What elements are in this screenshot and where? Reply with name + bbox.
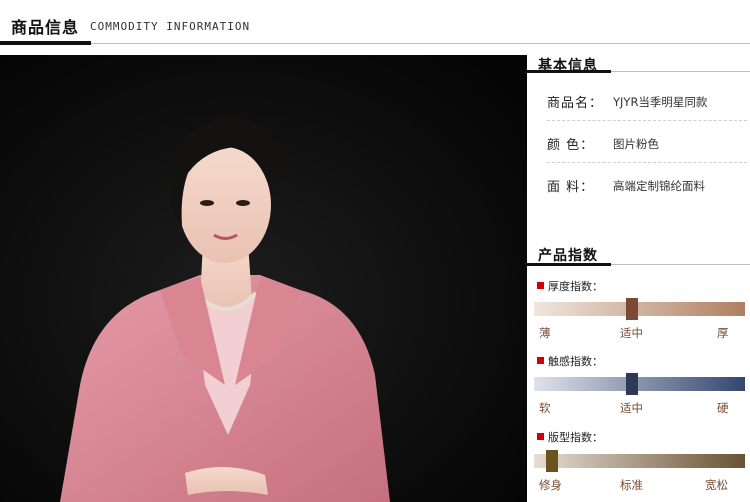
info-value: 高端定制锦纶面料 <box>613 179 705 193</box>
info-value: 图片粉色 <box>613 137 659 151</box>
touch-index-marker <box>626 373 638 395</box>
red-square-icon <box>537 357 544 364</box>
touch-index-bar <box>534 373 745 395</box>
info-row-name: 商品名： YJYR当季明星同款 <box>547 79 747 121</box>
thickness-index-label: 厚度指数： <box>537 278 603 294</box>
info-row-color: 颜 色： 图片粉色 <box>547 121 747 163</box>
tick-label: 适中 <box>620 326 643 340</box>
red-square-icon <box>537 433 544 440</box>
tick-label: 修身 <box>539 478 562 492</box>
tick-label: 薄 <box>539 326 551 340</box>
touch-index-label: 触感指数： <box>537 353 603 369</box>
tick-label: 标准 <box>620 478 643 492</box>
product-index-underline <box>527 263 611 266</box>
tick-label: 宽松 <box>705 478 728 492</box>
model-illustration <box>0 55 527 502</box>
tick-label: 适中 <box>620 401 643 415</box>
thickness-index-marker <box>626 298 638 320</box>
info-value: YJYR当季明星同款 <box>613 95 708 109</box>
tick-label: 软 <box>539 401 551 415</box>
section-title-en: COMMODITY INFORMATION <box>90 20 251 33</box>
basic-info-divider <box>611 71 750 72</box>
fit-index-marker <box>546 450 558 472</box>
red-square-icon <box>537 282 544 289</box>
info-label: 面 料： <box>547 180 595 195</box>
product-index-title: 产品指数 <box>538 248 598 264</box>
thickness-index-bar <box>534 298 745 320</box>
info-row-fabric: 面 料： 高端定制锦纶面料 <box>547 163 747 205</box>
title-underline <box>0 41 91 45</box>
info-panel: 基本信息 商品名： YJYR当季明星同款 颜 色： 图片粉色 面 料： 高端定制… <box>527 55 750 502</box>
info-label: 颜 色： <box>547 138 595 153</box>
fit-index-bar <box>534 450 745 472</box>
basic-info-underline <box>527 70 611 73</box>
section-title-cn: 商品信息 <box>11 18 80 37</box>
fit-index-label: 版型指数： <box>537 429 603 445</box>
tick-label: 厚 <box>717 326 729 340</box>
section-header: 商品信息 COMMODITY INFORMATION <box>0 0 750 46</box>
header-divider <box>91 43 750 44</box>
info-label: 商品名： <box>547 96 604 111</box>
product-photo <box>0 55 527 502</box>
product-index-divider <box>611 264 750 265</box>
tick-label: 硬 <box>717 401 729 415</box>
